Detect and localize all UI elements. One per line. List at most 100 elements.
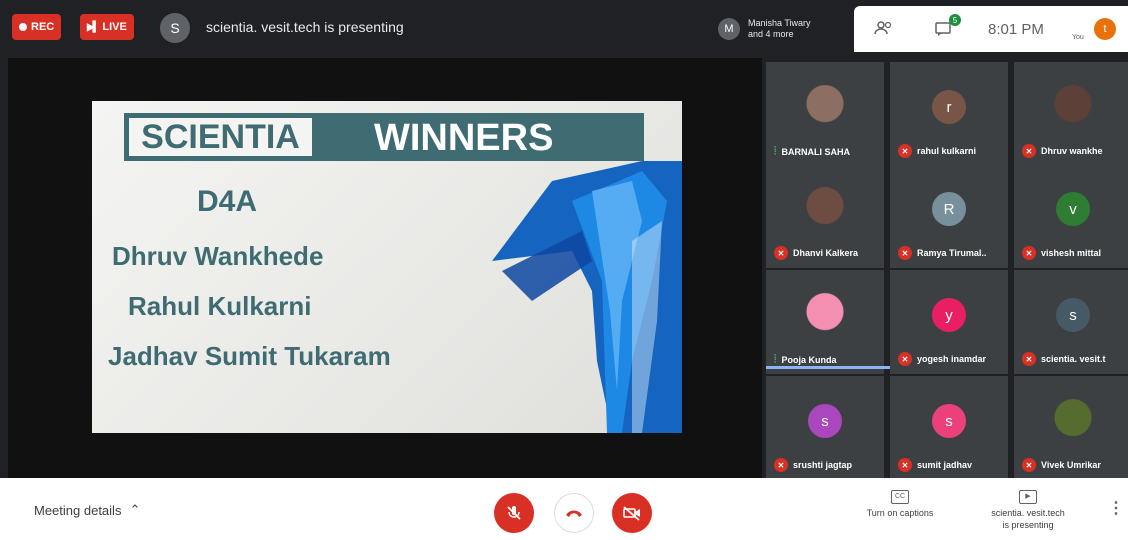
participant-name-row: ✕ Vivek Umrikar: [1022, 458, 1101, 472]
participant-tile[interactable]: ⦙ BARNALI SAHA: [766, 62, 884, 166]
hang-up-icon: [566, 510, 582, 517]
participant-name-row: ✕ yogesh inamdar: [898, 352, 986, 366]
participant-avatar: s: [1056, 298, 1090, 332]
speaking-more: and 4 more: [748, 29, 794, 39]
participant-avatar: s: [808, 404, 842, 438]
participant-name-row: ✕ vishesh mittal: [1022, 246, 1101, 260]
winner-name: Rahul Kulkarni: [128, 291, 312, 321]
participant-name-row: ✕ srushti jagtap: [774, 458, 852, 472]
clock: 8:01 PM: [988, 21, 1044, 38]
mic-muted-icon: ✕: [898, 144, 912, 158]
winner-name: Jadhav Sumit Tukaram: [108, 341, 391, 371]
mic-toggle-button[interactable]: [494, 493, 534, 533]
captions-icon: CC: [891, 490, 909, 504]
presentation-slide: SCIENTIA WINNERS D4A Dhruv Wankhede Rahu…: [92, 101, 682, 433]
mic-muted-icon: ✕: [1022, 246, 1036, 260]
participant-tile[interactable]: s ✕ scientia. vesit.t: [1014, 270, 1128, 374]
participant-grid: ⦙ BARNALI SAHA r ✕ rahul kulkarni ✕ Dhruv wank…: [766, 58, 1128, 480]
presenting-line1: scientia. vesit.tech: [991, 508, 1065, 518]
participant-name: scientia. vesit.t: [1041, 354, 1106, 364]
chevron-up-icon: ⌃: [129, 502, 141, 517]
participant-name-row: ✕ Ramya Tirumal..: [898, 246, 986, 260]
mic-muted-icon: ✕: [898, 458, 912, 472]
meeting-details-label: Meeting details: [34, 502, 122, 518]
bottom-bar: Meeting details ⌃ CC Turn on captions ▶ …: [0, 478, 1128, 540]
participant-name-row: ⦙ BARNALI SAHA: [774, 145, 850, 158]
chat-count-badge: 5: [949, 14, 961, 26]
mic-muted-icon: ✕: [774, 458, 788, 472]
participant-avatar: r: [932, 90, 966, 124]
participant-name-row: ✕ Dhanvi Kalkera: [774, 246, 858, 260]
speaking-indicator-icon: ⦙: [774, 145, 777, 157]
record-dot-icon: [19, 23, 27, 31]
top-bar: REC ▶▍ LIVE S scientia. vesit.tech is pr…: [0, 0, 1128, 58]
live-stream-icon: ▶▍: [87, 21, 100, 33]
participant-name: srushti jagtap: [793, 460, 853, 470]
participant-avatar: M: [718, 18, 740, 40]
participant-name-row: ⦙ Pooja Kunda: [774, 353, 836, 366]
meeting-details-button[interactable]: Meeting details ⌃: [34, 502, 140, 518]
participant-tile[interactable]: R ✕ Ramya Tirumal..: [890, 164, 1008, 268]
mic-muted-icon: ✕: [1022, 352, 1036, 366]
recording-indicator: REC: [12, 14, 62, 40]
participant-name: Dhruv wankhe: [1041, 146, 1103, 156]
participant-name: sumit jadhav: [917, 460, 973, 470]
participant-tile[interactable]: s ✕ srushti jagtap: [766, 376, 884, 480]
blue-paint-decoration: [492, 161, 682, 433]
people-icon[interactable]: [874, 20, 894, 39]
participant-name: vishesh mittal: [1041, 248, 1102, 258]
participant-avatar: s: [932, 404, 966, 438]
participant-avatar: y: [932, 298, 966, 332]
participant-name-row: ✕ sumit jadhav: [898, 458, 972, 472]
mic-off-icon: [507, 506, 521, 520]
presenting-line2: is presenting: [1002, 520, 1054, 530]
participant-name-row: ✕ scientia. vesit.t: [1022, 352, 1106, 366]
mic-muted-icon: ✕: [774, 246, 788, 260]
live-indicator: ▶▍ LIVE: [80, 14, 134, 40]
participant-name: Dhanvi Kalkera: [793, 248, 859, 258]
participant-tile[interactable]: ⦙ Pooja Kunda: [766, 270, 884, 374]
participant-tile[interactable]: r ✕ rahul kulkarni: [890, 62, 1008, 166]
participant-tile[interactable]: y ✕ yogesh inamdar: [890, 270, 1008, 374]
active-speaker-indicator: [766, 366, 890, 369]
mic-muted-icon: ✕: [1022, 458, 1036, 472]
slide-header-banner: SCIENTIA WINNERS: [124, 113, 644, 161]
participant-name: Pooja Kunda: [781, 354, 837, 365]
presenting-button[interactable]: ▶ scientia. vesit.tech is presenting: [978, 490, 1078, 531]
presenter-avatar: S: [160, 13, 190, 43]
leave-call-button[interactable]: [554, 493, 594, 533]
participant-name-row: ✕ rahul kulkarni: [898, 144, 976, 158]
participant-avatar: R: [932, 192, 966, 226]
participant-name: Ramya Tirumal..: [917, 248, 987, 258]
participant-tile[interactable]: s ✕ sumit jadhav: [890, 376, 1008, 480]
participant-tile[interactable]: ✕ Dhanvi Kalkera: [766, 164, 884, 268]
header-actions: 5 8:01 PM You t: [854, 6, 1128, 52]
camera-off-icon: [623, 506, 640, 521]
slide-title-right: WINNERS: [374, 117, 554, 159]
rec-label: REC: [31, 21, 55, 33]
team-name: D4A: [197, 185, 258, 218]
more-options-icon[interactable]: ⋮: [1108, 498, 1124, 518]
mic-muted-icon: ✕: [1022, 144, 1036, 158]
participant-name: rahul kulkarni: [917, 146, 977, 156]
participant-tile[interactable]: v ✕ vishesh mittal: [1014, 164, 1128, 268]
speaking-participants-text: Manisha Tiwary and 4 more: [748, 18, 811, 40]
presentation-stage: SCIENTIA WINNERS D4A Dhruv Wankhede Rahu…: [8, 58, 762, 478]
participant-name-row: ✕ Dhruv wankhe: [1022, 144, 1103, 158]
presenting-status: scientia. vesit.tech is presenting: [206, 19, 404, 35]
slide-title-left: SCIENTIA: [129, 118, 312, 156]
captions-button[interactable]: CC Turn on captions: [850, 490, 950, 519]
participant-name: Vivek Umrikar: [1041, 460, 1101, 470]
participant-tile[interactable]: ✕ Vivek Umrikar: [1014, 376, 1128, 480]
live-label: LIVE: [102, 21, 127, 33]
winner-name: Dhruv Wankhede: [112, 241, 324, 271]
present-screen-icon: ▶: [1019, 490, 1037, 504]
participant-avatar: v: [1056, 192, 1090, 226]
participant-name: BARNALI SAHA: [781, 146, 850, 157]
participant-name: yogesh inamdar: [917, 354, 987, 364]
speaking-indicator-icon: ⦙: [774, 353, 777, 365]
speaking-participants-chip[interactable]: M Manisha Tiwary and 4 more: [710, 10, 854, 48]
camera-toggle-button[interactable]: [612, 493, 652, 533]
participant-tile[interactable]: ✕ Dhruv wankhe: [1014, 62, 1128, 166]
self-avatar[interactable]: t: [1094, 18, 1116, 40]
